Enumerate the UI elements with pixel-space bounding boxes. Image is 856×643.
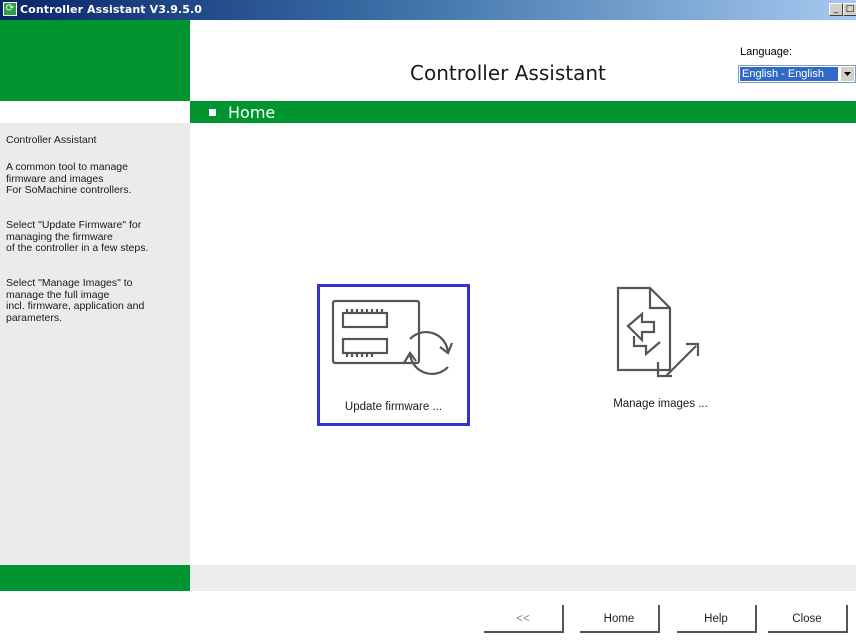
window-title: Controller Assistant V3.9.5.0 (20, 3, 203, 16)
update-firmware-tile[interactable]: Update firmware ... (317, 284, 470, 426)
sidebar-paragraph-intro: A common tool to manage firmware and ima… (6, 161, 132, 196)
maximize-button[interactable]: □ (843, 3, 856, 16)
document-transfer-icon (616, 286, 700, 378)
main-content: Update firmware ... Manage images ... (190, 123, 856, 565)
sidebar-spacer (0, 101, 190, 123)
sidebar: Controller Assistant A common tool to ma… (0, 123, 190, 565)
home-button[interactable]: Home (580, 605, 660, 633)
language-select-value[interactable]: English - English (740, 67, 838, 81)
sidebar-paragraph-update: Select "Update Firmware" for managing th… (6, 219, 149, 254)
bottom-brand-bar (0, 565, 190, 591)
status-strip (190, 565, 856, 591)
chevron-down-icon[interactable] (840, 67, 854, 81)
minimize-button[interactable]: _ (829, 3, 843, 16)
language-select[interactable]: English - English (738, 65, 856, 83)
update-firmware-label[interactable]: Update firmware ... (320, 401, 467, 413)
language-label: Language: (740, 46, 792, 58)
section-bullet-icon (209, 109, 216, 116)
help-button[interactable]: Help (677, 605, 757, 633)
title-bar[interactable]: ⟳ Controller Assistant V3.9.5.0 _ □ (0, 0, 856, 20)
sidebar-heading: Controller Assistant (6, 134, 97, 146)
section-title: Home (228, 103, 276, 122)
back-button[interactable]: << (484, 605, 564, 633)
manage-images-tile[interactable]: Manage images ... (584, 284, 737, 426)
brand-panel (0, 20, 190, 101)
close-button[interactable]: Close (768, 605, 848, 633)
app-heading: Controller Assistant (410, 61, 606, 85)
manage-images-label[interactable]: Manage images ... (584, 398, 737, 410)
controller-refresh-icon (331, 299, 454, 376)
section-bar: Home (190, 101, 856, 123)
app-icon: ⟳ (3, 2, 17, 16)
sidebar-paragraph-images: Select "Manage Images" to manage the ful… (6, 277, 145, 324)
